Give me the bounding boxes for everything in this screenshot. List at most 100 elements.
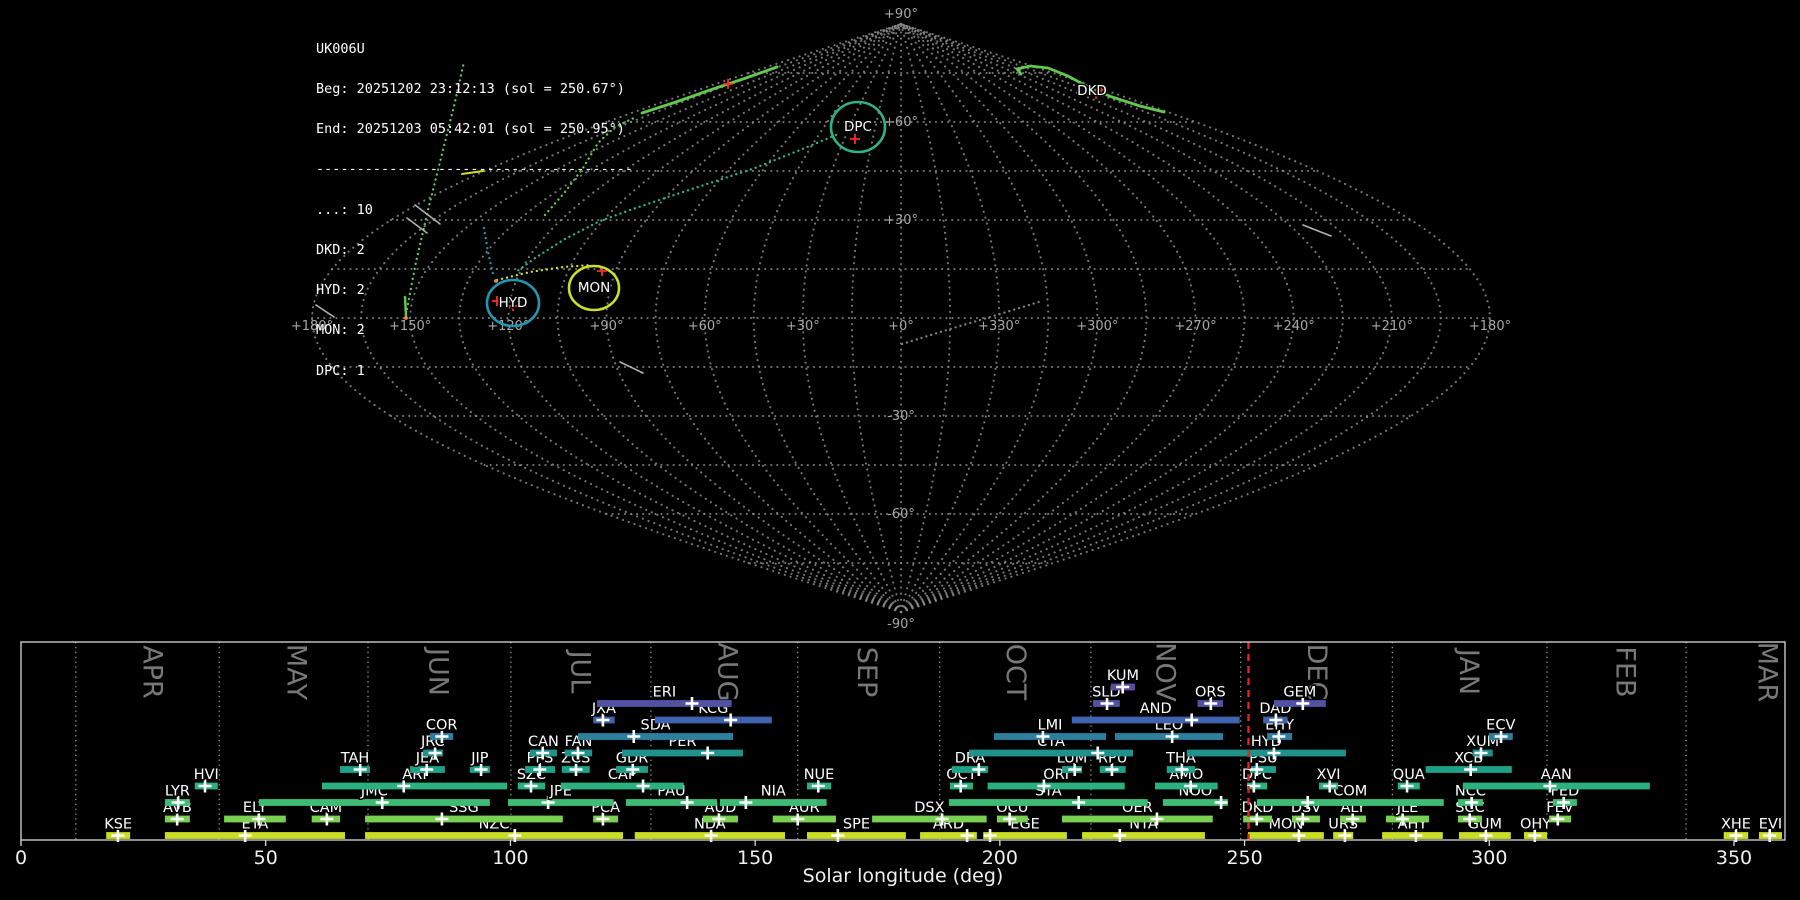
count-hyd: HYD: 2 [316, 284, 633, 297]
shower-label-lyr: LYR [165, 784, 190, 800]
map-label-longitude: +210° [1371, 319, 1413, 334]
map-label-longitude: +270° [1174, 319, 1216, 334]
shower-bar-ori [988, 783, 1125, 790]
count-dkd: DKD: 2 [316, 244, 633, 257]
shower-bar-kcg [655, 717, 772, 724]
meteor-observation-screen: +90°-90°+60°+30°-30°-60°+180°+150°+120°+… [0, 0, 1800, 900]
month-label-nov: NOV [1149, 642, 1180, 702]
map-label-longitude: +180° [1469, 319, 1511, 334]
arc-northwest [642, 67, 777, 113]
shower-label-ors: ORS [1195, 685, 1226, 701]
shower-bar-spe [807, 832, 906, 839]
map-label-longitude: +240° [1273, 319, 1315, 334]
shower-label-aan: AAN [1541, 767, 1572, 783]
shower-bar-cap [561, 783, 684, 790]
shower-bar-nta [1082, 832, 1205, 839]
shower-label-kum: KUM [1107, 668, 1139, 684]
shower-label-eri: ERI [653, 685, 677, 701]
map-label-latitude: +60° [884, 115, 918, 130]
x-tick-label: 150 [737, 847, 773, 869]
month-label-mar: MAR [1751, 642, 1782, 703]
map-label-longitude: +30° [786, 319, 820, 334]
shower-bar-ari [322, 783, 507, 790]
shower-peak-noo [1215, 796, 1228, 809]
shower-bar-aur [773, 816, 836, 823]
grid-meridian [901, 24, 1146, 612]
shower-label-evi: EVI [1759, 817, 1782, 833]
map-label-longitude: +0° [888, 319, 914, 334]
grid-meridian [656, 24, 901, 612]
shower-bar-eri [597, 700, 732, 707]
shower-label-lmi: LMI [1038, 718, 1063, 734]
radiant-label-dpc: DPC [844, 119, 872, 135]
shower-label-tah: TAH [340, 751, 370, 767]
month-label-jun: JUN [423, 646, 454, 696]
shower-label-dsx: DSX [914, 800, 944, 816]
count-dpc: DPC: 1 [316, 365, 633, 378]
shower-label-jip: JIP [470, 751, 489, 767]
shower-bar-nia [720, 799, 827, 806]
grid-meridian [901, 24, 950, 612]
map-label-latitude: -30° [887, 409, 915, 424]
session-end: End: 20251203 05:42:01 (sol = 250.95°) [316, 123, 633, 136]
shower-bar-cta [969, 750, 1133, 757]
shower-bar-nzc [365, 832, 623, 839]
map-label-longitude: +330° [978, 319, 1020, 334]
shower-label-kse: KSE [104, 817, 132, 833]
shower-label-gem: GEM [1283, 685, 1316, 701]
x-tick-label: 300 [1471, 847, 1507, 869]
shower-bar-sda [578, 733, 733, 740]
shower-bar-ssg [365, 816, 563, 823]
shower-bar-dsx [872, 816, 987, 823]
grid-meridian [852, 24, 901, 612]
shower-bar-com [1257, 799, 1444, 806]
shower-bar-sta [949, 799, 1148, 806]
sky-map-and-activity-chart: +90°-90°+60°+30°-30°-60°+180°+150°+120°+… [0, 0, 1800, 900]
shower-label-com: COM [1333, 784, 1367, 800]
shower-peak-cap [637, 780, 650, 793]
shower-peak-per [701, 747, 714, 760]
month-label-may: MAY [281, 644, 312, 701]
month-label-feb: FEB [1610, 646, 1641, 697]
activity-timeline-chart: APRMAYJUNJULAUGSEPOCTNOVDECJANFEBMARKSEE… [15, 642, 1785, 887]
month-label-jan: JAN [1453, 647, 1484, 695]
month-label-apr: APR [136, 645, 167, 699]
map-label-longitude: +60° [688, 319, 722, 334]
map-label-latitude: -60° [887, 507, 915, 522]
x-axis-title: Solar longitude (deg) [803, 865, 1004, 887]
map-label-south-pole: -90° [887, 617, 915, 632]
shower-bar-oer [1062, 816, 1213, 823]
shower-bar-per [622, 750, 743, 757]
x-tick-label: 0 [15, 847, 27, 869]
month-label-oct: OCT [1000, 644, 1031, 701]
shower-bar-and [1072, 717, 1240, 724]
shower-label-can: CAN [528, 734, 559, 750]
count-sporadic: ...: 10 [316, 204, 633, 217]
map-label-north-pole: +90° [884, 7, 918, 22]
shower-bar-eta [165, 832, 345, 839]
shower-peak-nia [739, 796, 752, 809]
map-label-longitude: +300° [1076, 319, 1118, 334]
meteor-streak-gray [1303, 225, 1331, 236]
shower-label-qua: QUA [1393, 767, 1425, 783]
shower-peak-and [1185, 714, 1198, 727]
session-info-panel: UK006U Beg: 20251202 23:12:13 (sol = 250… [316, 16, 633, 405]
month-label-sep: SEP [851, 647, 882, 697]
shower-peak-eri [686, 697, 699, 710]
x-tick-label: 250 [1226, 847, 1262, 869]
shower-peak-sda [627, 730, 640, 743]
shower-bar-pau [626, 799, 717, 806]
shower-bar-mon [1248, 832, 1324, 839]
month-label-jul: JUL [565, 649, 596, 694]
shower-label-cor: COR [426, 718, 458, 734]
session-id: UK006U [316, 43, 633, 56]
meteor-cross [850, 134, 860, 144]
month-label-aug: AUG [711, 642, 742, 701]
x-tick-label: 100 [492, 847, 528, 869]
shower-bar-hyd [1187, 750, 1346, 757]
shower-bar-jpe [508, 799, 614, 806]
shower-label-ohy: OHY [1520, 817, 1551, 833]
map-label-latitude: +30° [884, 213, 918, 228]
shower-label-hvi: HVI [194, 767, 219, 783]
grid-meridian [901, 24, 1294, 612]
